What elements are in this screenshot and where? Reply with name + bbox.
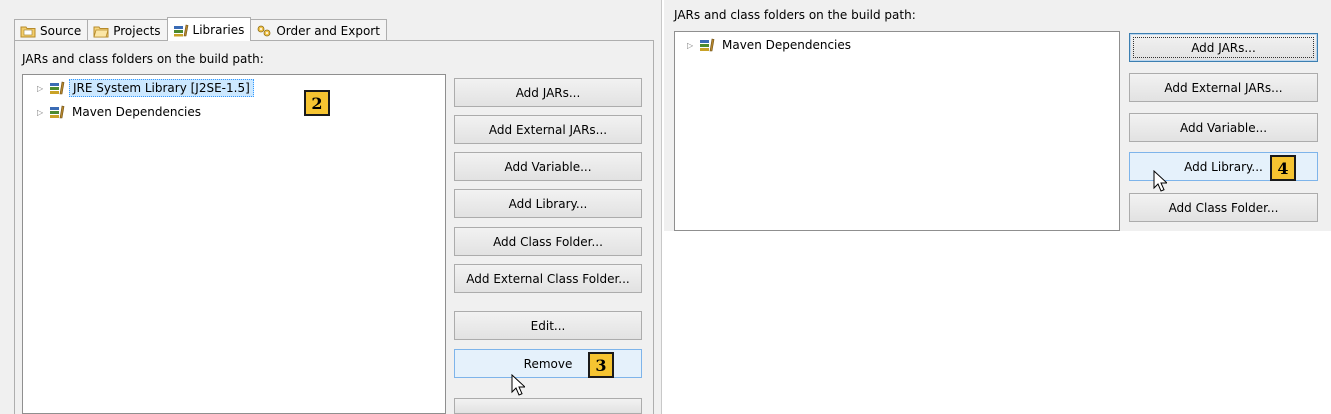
expand-arrow-icon[interactable]: ▷	[37, 108, 49, 117]
library-icon	[50, 81, 65, 95]
tree-item-maven-dependencies[interactable]: ▷ Maven Dependencies	[687, 36, 854, 54]
add-external-jars-button[interactable]: Add External JARs...	[454, 115, 642, 144]
order-export-icon	[257, 25, 271, 36]
tab-order-export-label: Order and Export	[276, 23, 380, 38]
build-path-heading: JARs and class folders on the build path…	[22, 52, 264, 66]
expand-arrow-icon[interactable]: ▷	[687, 41, 699, 50]
partial-button[interactable]	[454, 398, 642, 414]
tree-item-label: Maven Dependencies	[72, 105, 202, 119]
add-library-button[interactable]: Add Library...	[454, 189, 642, 218]
build-path-tabbar: Source Projects Libraries Order and Expo…	[14, 17, 387, 41]
tab-projects[interactable]: Projects	[87, 19, 168, 41]
left-properties-panel: Source Projects Libraries Order and Expo…	[0, 0, 662, 414]
add-jars-button[interactable]: Add JARs...	[1129, 33, 1318, 62]
library-icon	[700, 38, 715, 52]
add-external-jars-button[interactable]: Add External JARs...	[1129, 73, 1318, 102]
tab-source[interactable]: Source	[14, 19, 89, 41]
libraries-icon	[173, 24, 188, 36]
build-path-heading: JARs and class folders on the build path…	[674, 8, 916, 22]
tree-item-label: Maven Dependencies	[722, 38, 852, 52]
library-tree[interactable]: ▷ Maven Dependencies	[674, 31, 1120, 231]
mouse-pointer-icon	[511, 374, 525, 396]
tab-order-export[interactable]: Order and Export	[250, 19, 387, 41]
step-callout-3: 3	[588, 352, 614, 378]
source-folder-icon	[20, 26, 36, 37]
add-variable-button[interactable]: Add Variable...	[454, 152, 642, 181]
add-jars-button[interactable]: Add JARs...	[454, 78, 642, 107]
add-external-class-folder-button[interactable]: Add External Class Folder...	[454, 264, 642, 293]
projects-folder-icon	[93, 26, 109, 37]
add-variable-button[interactable]: Add Variable...	[1129, 113, 1318, 142]
tab-projects-label: Projects	[113, 23, 161, 38]
tab-source-label: Source	[40, 23, 82, 38]
tab-libraries[interactable]: Libraries	[166, 17, 252, 41]
edit-button[interactable]: Edit...	[454, 311, 642, 340]
add-class-folder-button[interactable]: Add Class Folder...	[454, 227, 642, 256]
tree-item-maven-dependencies[interactable]: ▷ Maven Dependencies	[37, 103, 204, 121]
right-properties-panel: JARs and class folders on the build path…	[664, 0, 1331, 231]
add-class-folder-button[interactable]: Add Class Folder...	[1129, 193, 1318, 222]
expand-arrow-icon[interactable]: ▷	[37, 84, 49, 93]
step-callout-2: 2	[304, 90, 330, 116]
tree-item-label: JRE System Library [J2SE-1.5]	[69, 79, 254, 97]
step-callout-4: 4	[1270, 155, 1296, 181]
tree-item-jre-library[interactable]: ▷ JRE System Library [J2SE-1.5]	[37, 79, 254, 97]
tab-libraries-label: Libraries	[192, 22, 245, 37]
mouse-pointer-icon	[1153, 170, 1167, 192]
library-icon	[50, 105, 65, 119]
library-tree[interactable]: ▷ JRE System Library [J2SE-1.5] ▷ Maven …	[22, 74, 446, 414]
